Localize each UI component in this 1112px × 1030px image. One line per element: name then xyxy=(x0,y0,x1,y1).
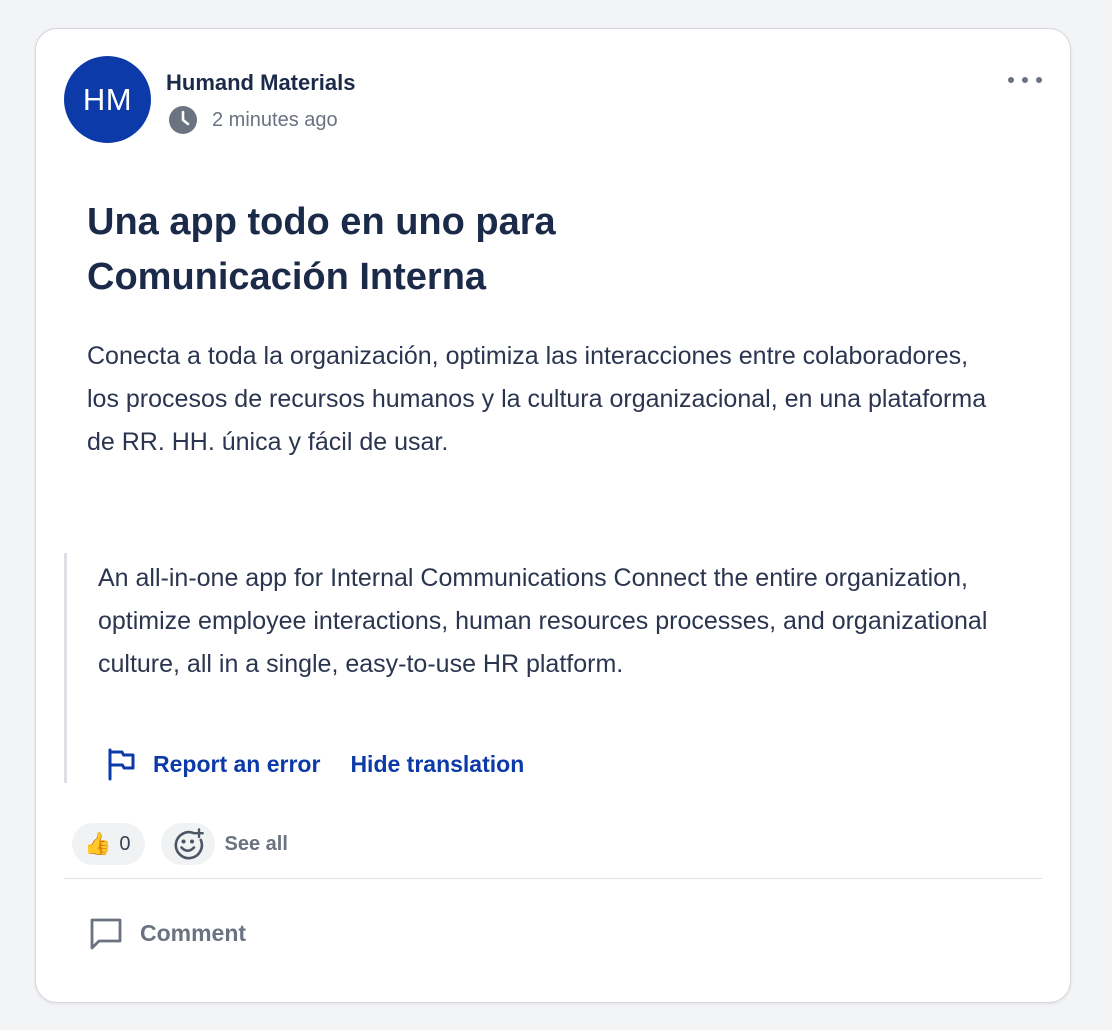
more-horizontal-icon xyxy=(1008,77,1014,83)
report-error-label: Report an error xyxy=(153,750,321,777)
more-dot xyxy=(1036,77,1042,83)
post-card: HM Humand Materials 2 minutes ago Una ap… xyxy=(35,28,1071,1003)
post-title-line1: Una app todo en uno para xyxy=(87,201,556,243)
avatar[interactable]: HM xyxy=(64,56,151,143)
post-body: Conecta a toda la organización, optimiza… xyxy=(87,342,987,456)
flag-icon xyxy=(108,748,135,781)
more-dot xyxy=(1022,77,1028,83)
hide-translation-link[interactable]: Hide translation xyxy=(350,751,524,778)
post-title-line2: Comunicación Interna xyxy=(87,256,487,298)
thumbs-up-reaction[interactable]: 👍 0 xyxy=(72,823,145,865)
add-reaction-icon xyxy=(174,828,204,860)
post-title: Una app todo en uno para Comunicación In… xyxy=(87,195,787,305)
thumbs-up-count: 0 xyxy=(119,832,131,855)
add-reaction-button[interactable] xyxy=(160,823,215,865)
avatar-initials: HM xyxy=(82,81,133,117)
report-error-link[interactable]: Report an error xyxy=(105,747,320,781)
comment-button[interactable]: Comment xyxy=(88,915,246,951)
comment-icon xyxy=(90,918,122,950)
divider xyxy=(64,878,1042,879)
post-timestamp: 2 minutes ago xyxy=(168,105,338,135)
translation-block: An all-in-one app for Internal Communica… xyxy=(64,553,1007,783)
author-name[interactable]: Humand Materials xyxy=(166,70,356,96)
clock-icon xyxy=(169,106,197,134)
see-all-reactions-link[interactable]: See all xyxy=(225,833,288,856)
more-options-button[interactable] xyxy=(1008,69,1042,91)
translation-text: An all-in-one app for Internal Communica… xyxy=(98,564,988,678)
translation-actions: Report an error Hide translation xyxy=(105,747,524,781)
timestamp-text: 2 minutes ago xyxy=(212,108,338,131)
thumbs-up-icon: 👍 xyxy=(84,831,112,856)
comment-label: Comment xyxy=(140,919,247,946)
hide-translation-label: Hide translation xyxy=(350,750,525,777)
reactions-bar: 👍 0 See all xyxy=(72,823,288,865)
